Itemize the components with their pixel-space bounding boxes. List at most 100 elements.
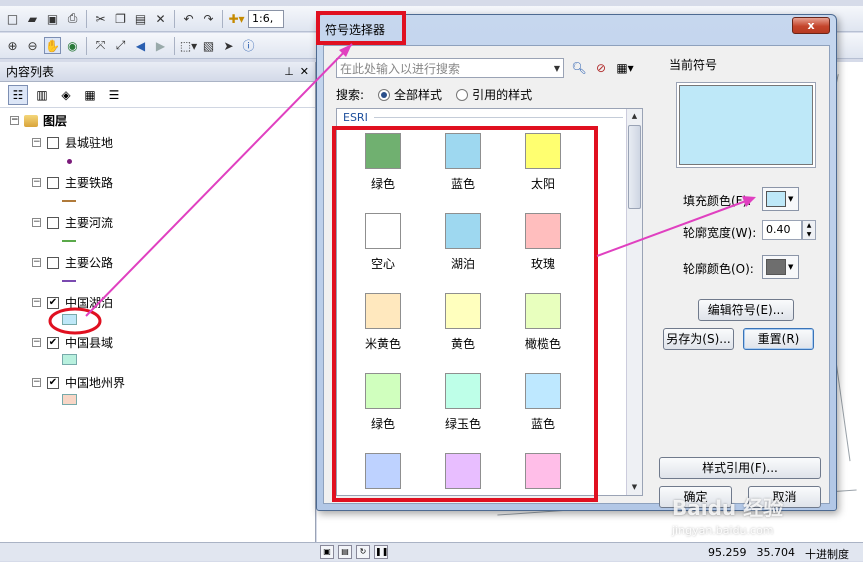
close-icon[interactable]: ✕	[300, 65, 309, 78]
layer-legend-symbol[interactable]	[62, 154, 77, 169]
layer-row[interactable]: − ✔ 中国地州界	[32, 374, 125, 391]
scrollbar-thumb[interactable]	[628, 125, 641, 209]
scroll-up-icon[interactable]: ▲	[627, 109, 642, 124]
list-by-drawing-order-icon[interactable]: ☷	[8, 84, 28, 105]
layer-legend-symbol[interactable]	[62, 314, 77, 325]
search-icon[interactable]: 🔍︎	[570, 59, 588, 77]
symbol-item[interactable]: 玫瑰	[503, 207, 583, 277]
select-features-icon[interactable]: ⬚▾	[180, 37, 197, 54]
symbol-item[interactable]: 米黄色	[343, 287, 423, 357]
style-references-button[interactable]: 样式引用(F)...	[659, 457, 821, 479]
back-icon[interactable]: ◀	[132, 37, 149, 54]
symbol-item[interactable]: 蓝色	[503, 367, 583, 437]
symbol-item[interactable]	[423, 447, 503, 495]
collapse-icon[interactable]: −	[32, 298, 41, 307]
layer-visibility-checkbox[interactable]: ✔	[47, 376, 59, 389]
edit-symbol-button[interactable]: 编辑符号(E)...	[698, 299, 794, 321]
layer-row[interactable]: − 县城驻地	[32, 134, 113, 151]
delete-icon[interactable]: ✕	[152, 10, 169, 27]
cut-icon[interactable]: ✂	[92, 10, 109, 27]
layer-row[interactable]: − 主要公路	[32, 254, 113, 271]
copy-icon[interactable]: ❐	[112, 10, 129, 27]
save-as-button[interactable]: 另存为(S)...	[663, 328, 734, 350]
gallery-scrollbar[interactable]: ▲ ▼	[626, 109, 642, 495]
collapse-icon[interactable]: −	[32, 338, 41, 347]
paste-icon[interactable]: ▤	[132, 10, 149, 27]
layer-legend-symbol[interactable]	[62, 234, 76, 242]
layout-view-icon[interactable]: ▤	[338, 545, 352, 559]
layer-legend-symbol[interactable]	[62, 354, 77, 365]
save-icon[interactable]: ▣	[44, 10, 61, 27]
collapse-icon[interactable]: −	[32, 178, 41, 187]
undo-icon[interactable]: ↶	[180, 10, 197, 27]
outline-width-spinner[interactable]: ▲ ▼	[802, 220, 816, 240]
symbol-item[interactable]: 绿色	[343, 127, 423, 197]
symbol-item[interactable]: 橄榄色	[503, 287, 583, 357]
pan-icon[interactable]: ✋	[44, 37, 61, 54]
add-data-icon[interactable]: ✚▾	[228, 10, 245, 27]
pause-icon[interactable]: ❚❚	[374, 545, 388, 559]
collapse-icon[interactable]: −	[32, 138, 41, 147]
layer-row[interactable]: − 主要河流	[32, 214, 113, 231]
clear-search-icon[interactable]: ⊘	[592, 59, 610, 77]
symbol-item[interactable]: 绿玉色	[423, 367, 503, 437]
outline-width-input[interactable]: 0.40	[762, 220, 802, 240]
scope-referenced-styles-radio[interactable]: 引用的样式	[456, 86, 532, 103]
symbol-item[interactable]: 太阳	[503, 127, 583, 197]
symbol-item[interactable]: 蓝色	[423, 127, 503, 197]
layer-legend-symbol[interactable]	[62, 274, 76, 282]
layer-visibility-checkbox[interactable]: ✔	[47, 296, 59, 309]
map-scale-input[interactable]: 1:6,	[248, 9, 284, 28]
identify-icon[interactable]: ⓘ	[240, 37, 257, 54]
fill-color-picker[interactable]: ▼	[762, 187, 799, 211]
options-icon[interactable]: ☰	[104, 85, 124, 105]
collapse-icon[interactable]: −	[32, 378, 41, 387]
new-icon[interactable]: □	[4, 10, 21, 27]
forward-icon[interactable]: ▶	[152, 37, 169, 54]
data-view-icon[interactable]: ▣	[320, 545, 334, 559]
refresh-icon[interactable]: ↻	[356, 545, 370, 559]
fixed-zoom-in-icon[interactable]: ⤧	[92, 37, 109, 54]
layer-visibility-checkbox[interactable]	[47, 216, 59, 229]
layer-legend-symbol[interactable]	[62, 194, 76, 202]
list-by-source-icon[interactable]: ▥	[32, 85, 52, 105]
list-by-visibility-icon[interactable]: ◈	[56, 85, 76, 105]
dialog-close-button[interactable]: x	[792, 17, 830, 34]
outline-color-picker[interactable]: ▼	[762, 255, 799, 279]
select-elements-icon[interactable]: ➤	[220, 37, 237, 54]
reset-button[interactable]: 重置(R)	[743, 328, 814, 350]
scroll-down-icon[interactable]: ▼	[627, 480, 642, 495]
symbol-item[interactable]: 绿色	[343, 367, 423, 437]
symbol-item[interactable]: 湖泊	[423, 207, 503, 277]
layer-row[interactable]: − ✔ 中国县域	[32, 334, 113, 351]
layer-visibility-checkbox[interactable]	[47, 256, 59, 269]
symbol-item[interactable]: 黄色	[423, 287, 503, 357]
zoom-in-icon[interactable]: ⊕	[4, 37, 21, 54]
layer-row[interactable]: − 主要铁路	[32, 174, 113, 191]
redo-icon[interactable]: ↷	[200, 10, 217, 27]
chevron-down-icon[interactable]: ▼	[554, 64, 560, 73]
full-extent-icon[interactable]: ◉	[64, 37, 81, 54]
open-icon[interactable]: ▰	[24, 10, 41, 27]
collapse-icon[interactable]: −	[10, 116, 19, 125]
list-by-selection-icon[interactable]: ▦	[80, 85, 100, 105]
symbol-search-input[interactable]: 在此处输入以进行搜索 ▼	[336, 58, 564, 78]
print-icon[interactable]: ⎙	[64, 10, 81, 27]
symbol-item[interactable]	[343, 447, 423, 495]
layer-row[interactable]: − ✔ 中国湖泊	[32, 294, 113, 311]
collapse-icon[interactable]: −	[32, 218, 41, 227]
layer-visibility-checkbox[interactable]: ✔	[47, 336, 59, 349]
zoom-out-icon[interactable]: ⊖	[24, 37, 41, 54]
symbol-item[interactable]: 空心	[343, 207, 423, 277]
layers-root[interactable]: − 图层	[10, 112, 67, 129]
symbol-gallery[interactable]: ESRI 绿色 蓝色 太阳 空心 湖泊 玫瑰 米黄色 黄色 橄榄色 绿色 绿玉色 蓝色 ▲ ▼	[336, 108, 643, 496]
pin-icon[interactable]: ⊥	[284, 65, 294, 78]
view-options-icon[interactable]: ▦▾	[616, 59, 634, 77]
layer-legend-symbol[interactable]	[62, 394, 77, 405]
collapse-icon[interactable]: −	[32, 258, 41, 267]
fixed-zoom-out-icon[interactable]: ⤢	[112, 37, 129, 54]
scope-all-styles-radio[interactable]: 全部样式	[378, 86, 442, 103]
layer-visibility-checkbox[interactable]	[47, 136, 59, 149]
layer-visibility-checkbox[interactable]	[47, 176, 59, 189]
clear-selection-icon[interactable]: ▧	[200, 37, 217, 54]
